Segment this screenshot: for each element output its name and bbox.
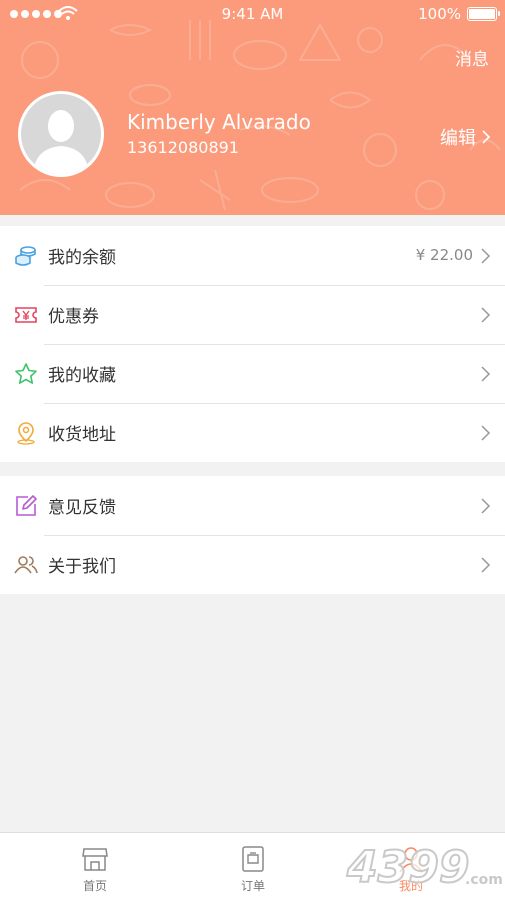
tab-label-orders: 订单: [240, 879, 265, 893]
order-icon: [242, 846, 264, 872]
site-watermark-logo: 4399 .com: [345, 841, 503, 894]
menu-label-feedback: 意见反馈: [48, 498, 116, 518]
edit-label: 编辑: [440, 128, 476, 149]
menu-item-coupons[interactable]: 优惠券: [0, 285, 505, 344]
tab-orders[interactable]: 订单: [193, 833, 313, 900]
menu-label-favorites: 我的收藏: [48, 366, 116, 386]
menu-item-about[interactable]: 关于我们: [0, 535, 505, 594]
menu-label-balance: 我的余额: [48, 248, 116, 268]
watermark-suffix: .com: [465, 872, 503, 888]
location-icon: [17, 422, 35, 445]
account-menu: 我的余额 ¥ 22.00 优惠券 我的收藏 收货地址: [0, 226, 505, 462]
edit-feedback-icon: [16, 495, 37, 516]
user-phone: 13612080891: [127, 138, 239, 157]
chevron-right-icon: [481, 366, 491, 382]
coupon-icon: [15, 307, 37, 323]
default-user-icon: [33, 110, 89, 174]
menu-item-favorites[interactable]: 我的收藏: [0, 344, 505, 403]
star-icon: [15, 363, 37, 384]
store-icon: [82, 848, 108, 871]
chevron-right-icon: [481, 557, 491, 573]
watermark-text: 4399: [346, 842, 469, 893]
support-menu: 意见反馈 关于我们: [0, 476, 505, 594]
menu-item-balance[interactable]: 我的余额 ¥ 22.00: [0, 226, 505, 285]
messages-link[interactable]: 消息: [455, 45, 489, 70]
user-name: Kimberly Alvarado: [127, 110, 311, 134]
battery-percentage: 100%: [418, 5, 461, 23]
balance-value: ¥ 22.00: [415, 246, 473, 264]
status-bar: 9:41 AM 100%: [0, 0, 505, 30]
menu-label-about: 关于我们: [48, 557, 116, 577]
chevron-right-icon: [481, 248, 491, 264]
people-icon: [14, 556, 38, 574]
coins-icon: [15, 246, 36, 266]
menu-label-coupons: 优惠券: [48, 307, 99, 327]
menu-item-feedback[interactable]: 意见反馈: [0, 476, 505, 535]
edit-profile-button[interactable]: 编辑: [440, 124, 491, 150]
profile-header: 9:41 AM 100% 消息 Kimberly Alvarado 136120…: [0, 0, 505, 215]
menu-item-address[interactable]: 收货地址: [0, 403, 505, 462]
menu-label-address: 收货地址: [48, 425, 116, 445]
chevron-right-icon: [481, 307, 491, 323]
chevron-right-icon: [481, 425, 491, 441]
avatar[interactable]: [18, 91, 104, 177]
tab-home[interactable]: 首页: [35, 833, 155, 900]
chevron-right-icon: [482, 130, 491, 144]
battery-icon: [467, 7, 500, 21]
chevron-right-icon: [481, 498, 491, 514]
tab-label-home: 首页: [82, 879, 107, 893]
